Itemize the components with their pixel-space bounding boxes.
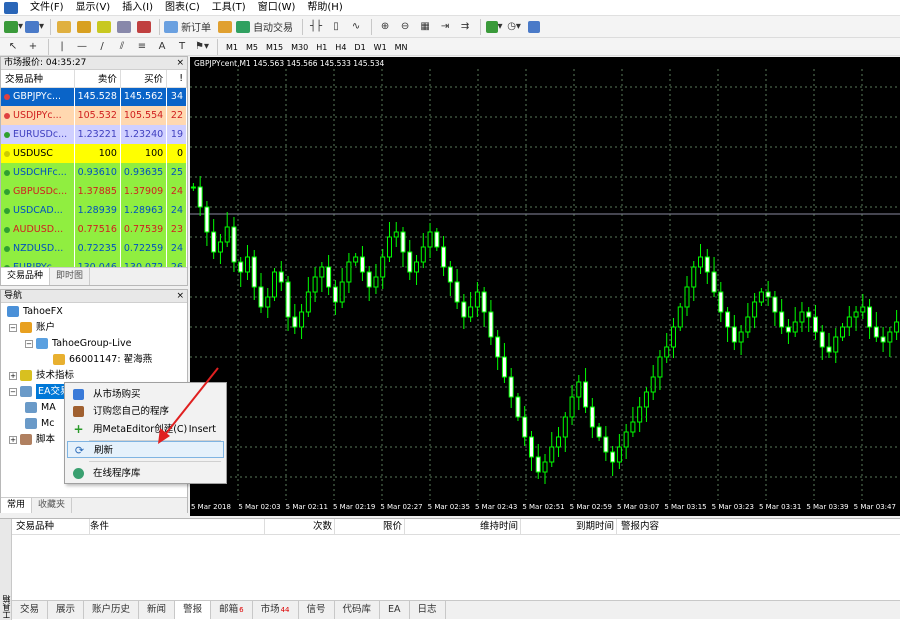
terminal-tab[interactable]: 交易 (12, 601, 49, 619)
terminal-tab[interactable]: 新闻 (139, 601, 176, 619)
terminal-tab-badge: 44 (280, 606, 290, 614)
terminal-tab[interactable]: 日志 (410, 601, 446, 619)
terminal-tab-badge: 6 (239, 606, 244, 614)
terminal-tab-label: 警报 (183, 604, 203, 615)
column-header-timeout[interactable]: 维持时间 (405, 519, 521, 535)
column-header-limit[interactable]: 限价 (335, 519, 405, 535)
alerts-table-header: 交易品种 条件 次数 限价 维持时间 到期时间 警报内容 (12, 519, 900, 535)
column-header-count[interactable]: 次数 (265, 519, 335, 535)
terminal-tab-label: 展示 (56, 604, 76, 615)
terminal-tab-label: 市场 (260, 604, 280, 615)
terminal-side-bar: 工具箱 (0, 519, 12, 620)
terminal-tab[interactable]: 账户历史 (84, 601, 140, 619)
terminal-tabs: 交易 展示 账户历史 新闻 警报 邮箱6 市场44 信号 代码库 EA 日志 (12, 600, 900, 619)
terminal-tab[interactable]: 信号 (299, 601, 335, 619)
terminal-side-label: 工具箱 (2, 595, 11, 619)
terminal-tab-label: 信号 (306, 604, 326, 615)
terminal-tab-label: 交易 (20, 604, 40, 615)
column-header-symbol[interactable]: 交易品种 (16, 519, 90, 535)
terminal-tab-label: EA (388, 604, 401, 615)
column-header-expiration[interactable]: 到期时间 (521, 519, 617, 535)
terminal-tab-label: 代码库 (342, 604, 372, 615)
terminal-tab[interactable]: EA (380, 601, 410, 619)
terminal-tab-label: 邮箱 (219, 604, 239, 615)
terminal-tab[interactable]: 代码库 (335, 601, 381, 619)
terminal-tab-label: 日志 (417, 604, 437, 615)
terminal-panel: 工具箱 交易品种 条件 次数 限价 维持时间 到期时间 警报内容 交易 展示 账户历… (0, 518, 900, 620)
terminal-tab[interactable]: 邮箱6 (211, 601, 253, 619)
terminal-tab-label: 新闻 (147, 604, 167, 615)
terminal-tab-label: 账户历史 (92, 604, 131, 615)
terminal-tab[interactable]: 市场44 (253, 601, 299, 619)
column-header-condition[interactable]: 条件 (90, 519, 265, 535)
column-header-message[interactable]: 警报内容 (621, 519, 721, 535)
terminal-tab[interactable]: 警报 (175, 601, 212, 619)
terminal-tab[interactable]: 展示 (48, 601, 85, 619)
